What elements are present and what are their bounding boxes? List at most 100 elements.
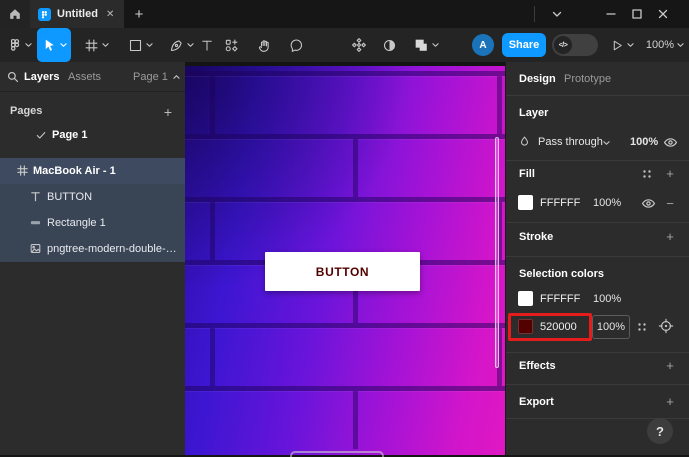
chevron-down-icon bbox=[432, 42, 439, 48]
page-selector[interactable]: Page 1 bbox=[133, 71, 180, 83]
layer-name: MacBook Air - 1 bbox=[33, 165, 116, 177]
fill-opacity-input[interactable]: 100% bbox=[593, 197, 621, 209]
chevron-down-icon bbox=[603, 140, 610, 146]
selection-color-hex-white[interactable]: FFFFFF bbox=[540, 293, 580, 305]
section-divider bbox=[506, 95, 689, 96]
text-tool-button[interactable] bbox=[196, 28, 218, 62]
add-effect-button[interactable]: + bbox=[662, 357, 678, 373]
brick-joint bbox=[210, 202, 215, 260]
dev-mode-toggle[interactable]: </> bbox=[552, 34, 598, 56]
selection-color-opacity-white[interactable]: 100% bbox=[593, 293, 621, 305]
selection-colors-title: Selection colors bbox=[519, 268, 604, 280]
brick-joint bbox=[497, 76, 502, 134]
pen-tool-button[interactable] bbox=[163, 28, 199, 62]
target-picker-icon[interactable] bbox=[658, 318, 674, 334]
frame-icon bbox=[84, 38, 99, 53]
eye-icon[interactable] bbox=[641, 198, 656, 209]
brick-joint bbox=[353, 391, 358, 449]
rectangle-icon bbox=[128, 38, 143, 53]
frame-layer-icon bbox=[17, 165, 28, 176]
export-section-title: Export bbox=[519, 396, 554, 408]
add-page-button[interactable]: + bbox=[158, 102, 178, 122]
window-minimize-icon[interactable] bbox=[598, 0, 624, 28]
comment-bubble-icon bbox=[289, 38, 304, 53]
fill-hex-input[interactable]: FFFFFF bbox=[540, 197, 580, 209]
pages-section-header: Pages + bbox=[0, 102, 185, 122]
comment-tool-button[interactable] bbox=[284, 28, 308, 62]
toolbar: A Share </> 100% bbox=[0, 28, 689, 62]
tab-title: Untitled bbox=[57, 8, 98, 20]
search-icon[interactable] bbox=[7, 71, 19, 83]
layer-row-text[interactable]: BUTTON bbox=[0, 184, 185, 210]
rectangle-layer-icon bbox=[30, 217, 41, 228]
blend-mode-select[interactable]: Pass through bbox=[538, 136, 603, 148]
avatar[interactable]: A bbox=[472, 34, 494, 56]
help-button[interactable]: ? bbox=[647, 418, 673, 444]
canvas-horizontal-scrollbar[interactable] bbox=[290, 451, 384, 457]
styles-icon[interactable] bbox=[641, 168, 653, 180]
window-maximize-icon[interactable] bbox=[624, 0, 650, 28]
document-tab[interactable]: Untitled ✕ bbox=[30, 0, 124, 28]
fill-color-swatch[interactable] bbox=[518, 195, 533, 210]
present-button[interactable] bbox=[604, 28, 640, 62]
chevron-down-icon bbox=[627, 42, 634, 48]
main-menu-button[interactable] bbox=[4, 28, 36, 62]
canvas-button-element[interactable]: BUTTON bbox=[265, 252, 420, 291]
brick-joint bbox=[353, 139, 358, 197]
layer-section-title: Layer bbox=[519, 107, 548, 119]
selection-color-opacity-red[interactable]: 100% bbox=[592, 315, 630, 339]
mask-tool-button[interactable] bbox=[377, 28, 401, 62]
layer-row-frame[interactable]: MacBook Air - 1 bbox=[0, 158, 185, 184]
add-fill-button[interactable]: + bbox=[662, 165, 678, 181]
add-export-button[interactable]: + bbox=[662, 393, 678, 409]
share-button[interactable]: Share bbox=[502, 33, 546, 57]
add-stroke-button[interactable]: + bbox=[662, 228, 678, 244]
section-divider bbox=[506, 352, 689, 353]
boolean-tool-button[interactable] bbox=[407, 28, 445, 62]
layer-name: BUTTON bbox=[47, 191, 92, 203]
page-name: Page 1 bbox=[52, 129, 87, 141]
check-icon bbox=[36, 131, 46, 140]
effects-section-title: Effects bbox=[519, 360, 556, 372]
new-tab-button[interactable]: + bbox=[126, 0, 152, 28]
remove-fill-button[interactable]: − bbox=[662, 195, 678, 211]
tab-prototype[interactable]: Prototype bbox=[564, 73, 611, 85]
canvas-vertical-scrollbar[interactable] bbox=[495, 137, 499, 368]
page-list-item[interactable]: Page 1 bbox=[0, 126, 185, 146]
zoom-level: 100% bbox=[646, 39, 674, 51]
tab-design[interactable]: Design bbox=[519, 73, 556, 85]
layer-opacity-input[interactable]: 100% bbox=[630, 136, 658, 148]
close-tab-icon[interactable]: ✕ bbox=[106, 9, 114, 20]
resources-tool-button[interactable] bbox=[219, 28, 243, 62]
chevron-down-icon bbox=[60, 42, 67, 48]
figma-file-icon bbox=[38, 8, 51, 21]
layer-row-image[interactable]: pngtree-modern-double-color... bbox=[0, 236, 185, 262]
hand-icon bbox=[257, 38, 272, 53]
move-tool-button[interactable] bbox=[37, 28, 71, 62]
tab-list-chevron-icon[interactable] bbox=[544, 0, 570, 28]
frame-tool-button[interactable] bbox=[78, 28, 114, 62]
window-close-icon[interactable] bbox=[650, 0, 676, 28]
home-button[interactable] bbox=[0, 0, 30, 28]
fill-section-title: Fill bbox=[519, 168, 535, 180]
eye-icon[interactable] bbox=[663, 137, 678, 148]
tab-layers[interactable]: Layers bbox=[24, 71, 59, 83]
pages-header-label: Pages bbox=[10, 105, 42, 117]
zoom-menu[interactable]: 100% bbox=[644, 28, 686, 62]
canvas[interactable]: BUTTON bbox=[185, 62, 505, 455]
chevron-down-icon bbox=[187, 42, 194, 48]
actions-tool-button[interactable] bbox=[347, 28, 371, 62]
brick-joint bbox=[210, 76, 215, 134]
shape-tool-button[interactable] bbox=[122, 28, 158, 62]
selection-color-swatch-white[interactable] bbox=[518, 291, 533, 306]
hand-tool-button[interactable] bbox=[252, 28, 276, 62]
titlebar: Untitled ✕ + bbox=[0, 0, 689, 28]
blend-mode-icon bbox=[518, 135, 531, 148]
styles-icon[interactable] bbox=[636, 321, 648, 333]
tab-assets[interactable]: Assets bbox=[68, 71, 101, 83]
layer-row-rectangle[interactable]: Rectangle 1 bbox=[0, 210, 185, 236]
titlebar-divider bbox=[534, 6, 535, 22]
brick-joint bbox=[210, 328, 215, 386]
text-icon bbox=[200, 38, 214, 53]
section-divider bbox=[506, 384, 689, 385]
